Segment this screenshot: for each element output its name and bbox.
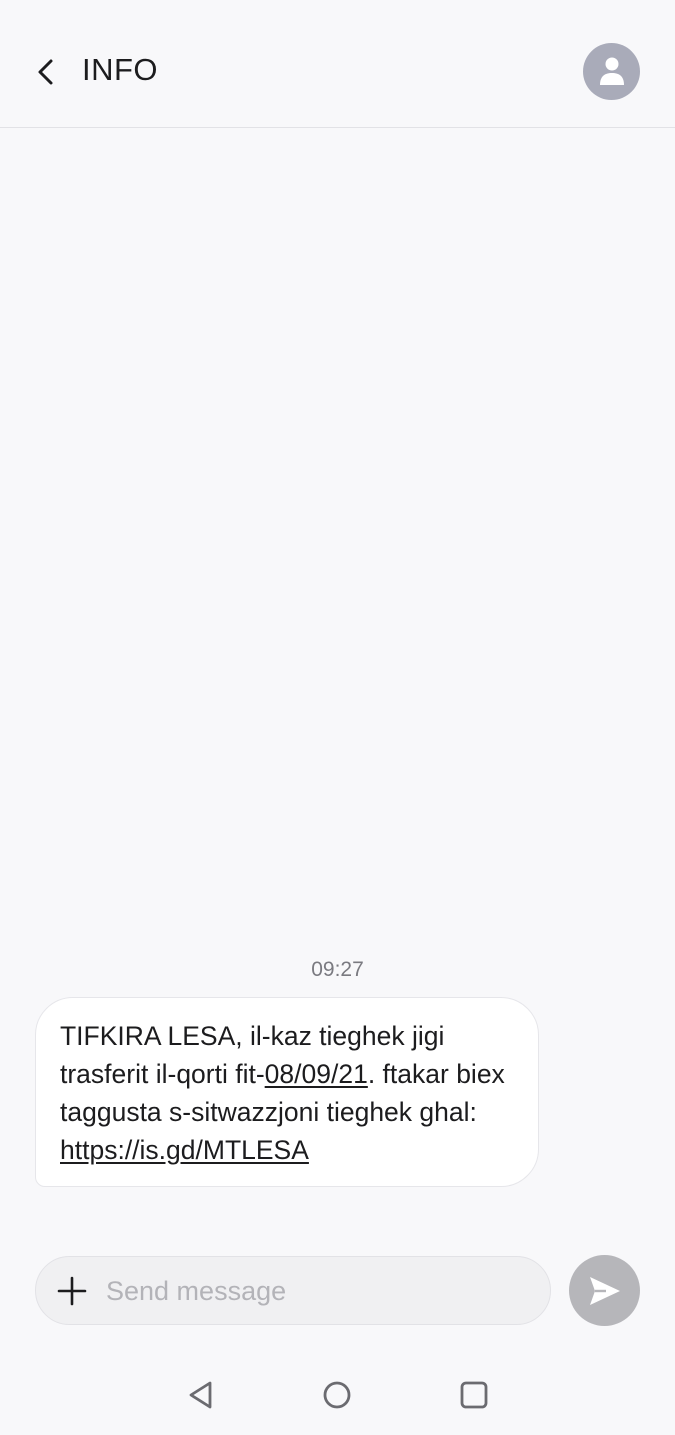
nav-home-button[interactable] xyxy=(312,1370,362,1420)
url-link[interactable]: https://is.gd/MTLESA xyxy=(60,1135,309,1165)
send-icon xyxy=(589,1276,620,1305)
message-composer xyxy=(35,1256,551,1325)
chevron-left-icon xyxy=(38,59,53,85)
date-link[interactable]: 08/09/21 xyxy=(265,1059,368,1089)
conversation-title: INFO xyxy=(82,52,159,87)
person-icon xyxy=(599,57,624,85)
circle-home-icon xyxy=(323,1381,351,1409)
received-message-bubble[interactable]: TIFKIRA LESA, il-kaz tieghek jigi trasfe… xyxy=(35,997,539,1187)
square-recents-icon xyxy=(460,1381,488,1409)
system-navigation-bar xyxy=(0,1352,675,1435)
message-timestamp: 09:27 xyxy=(311,958,364,981)
nav-back-button[interactable] xyxy=(176,1370,226,1420)
app-header: INFO xyxy=(0,0,675,128)
contact-avatar[interactable] xyxy=(583,43,640,100)
attach-button[interactable] xyxy=(52,1271,92,1311)
plus-icon xyxy=(57,1276,87,1306)
triangle-back-icon xyxy=(189,1381,212,1409)
send-button[interactable] xyxy=(569,1255,640,1326)
nav-recents-button[interactable] xyxy=(449,1370,499,1420)
message-input[interactable] xyxy=(106,1269,526,1313)
back-button[interactable] xyxy=(26,50,66,94)
